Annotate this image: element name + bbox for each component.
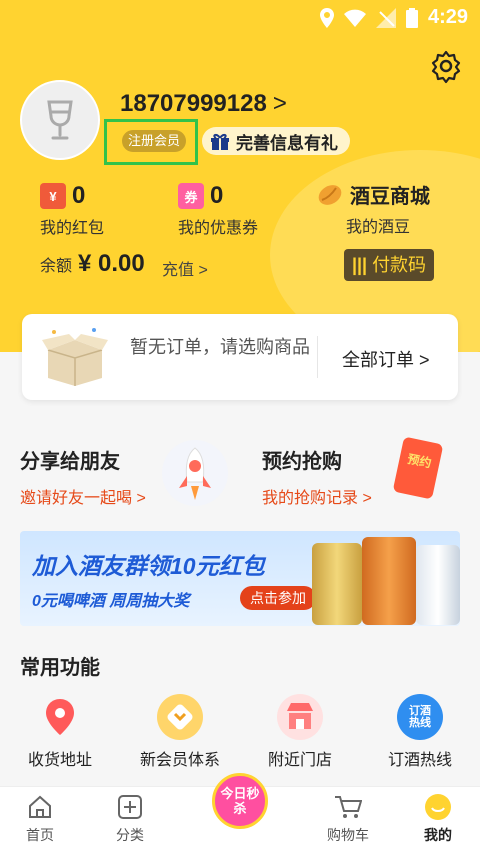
location-pin-icon [37, 694, 83, 740]
balance-amount: ¥ 0.00 [78, 250, 145, 277]
status-time: 4:29 [427, 6, 468, 28]
func-membership[interactable]: 新会员体系 [120, 694, 240, 770]
tab-flash-sale[interactable]: 今日秒杀 [212, 773, 268, 829]
store-icon [277, 694, 323, 740]
reserve-title: 预约抢购 [262, 451, 342, 473]
bottom-tab-bar: 首页 分类 今日秒杀 购物车 我的 [0, 773, 480, 853]
balance: 余额 ¥ 0.00 [40, 250, 145, 278]
tab-mine[interactable]: 我的 [398, 793, 478, 845]
order-divider [317, 336, 318, 378]
tab-cart-label: 购物车 [327, 827, 369, 843]
red-packet-icon: ¥ [40, 183, 66, 209]
tab-cart[interactable]: 购物车 [308, 793, 388, 845]
tab-home[interactable]: 首页 [0, 793, 80, 845]
func-address-label: 收货地址 [27, 752, 92, 769]
func-stores-label: 附近门店 [267, 752, 332, 769]
jiudou-title: 酒豆商城 [350, 186, 430, 208]
paycode-label: 付款码 [372, 255, 427, 275]
complete-info-button[interactable]: 完善信息有礼 [202, 127, 350, 155]
location-icon [319, 7, 334, 28]
common-functions-title: 常用功能 [20, 657, 100, 679]
member-chevron-icon [157, 694, 203, 740]
avatar[interactable] [20, 80, 100, 160]
empty-box-icon [42, 328, 108, 386]
func-stores[interactable]: 附近门店 [240, 694, 360, 770]
coupon-icon: 券 [178, 183, 204, 209]
func-hotline-label: 订酒热线 [387, 752, 452, 769]
all-orders-link[interactable]: 全部订单 > [342, 346, 430, 372]
home-icon [29, 795, 51, 818]
battery-icon [405, 7, 418, 28]
banner-join-button[interactable]: 点击参加 [240, 586, 316, 610]
red-packet-count: 0 [72, 182, 86, 209]
status-bar: 4:29 [0, 0, 480, 34]
func-membership-label: 新会员体系 [139, 752, 220, 769]
rocket-icon [162, 440, 228, 506]
tab-mine-label: 我的 [424, 827, 452, 843]
cart-icon [335, 796, 362, 818]
tab-category[interactable]: 分类 [90, 793, 170, 845]
reserve-card-label: 预约 [392, 436, 444, 500]
bean-icon [318, 184, 342, 205]
coupon-stat[interactable]: 券 0 我的优惠券 [178, 182, 258, 238]
gift-icon [211, 133, 229, 150]
hotline-icon: 订酒热线 [397, 694, 443, 740]
barcode-icon: ||| [351, 255, 368, 275]
reserve-feature[interactable]: 预约抢购 我的抢购记录 > [262, 445, 372, 508]
order-empty-text: 暂无订单，请选购商品 [130, 337, 310, 357]
member-badge[interactable]: 注册会员 [122, 130, 187, 152]
profile-phone[interactable]: 18707999128 > [120, 90, 287, 118]
recharge-link[interactable]: 充值 > [162, 256, 208, 280]
beer-can-icon [312, 543, 362, 625]
share-title: 分享给朋友 [20, 451, 120, 473]
status-icons: 4:29 [319, 6, 468, 29]
share-sub: 邀请好友一起喝 > [20, 490, 146, 507]
settings-button[interactable] [428, 48, 464, 84]
order-card: 暂无订单，请选购商品 全部订单 > [22, 314, 458, 400]
reserve-card-icon: 预约 [392, 436, 448, 506]
category-icon [118, 795, 142, 819]
paycode-button[interactable]: ||| 付款码 [344, 249, 434, 281]
tab-home-label: 首页 [26, 827, 54, 843]
share-feature[interactable]: 分享给朋友 邀请好友一起喝 > [20, 445, 146, 508]
beer-can-icon [362, 537, 416, 625]
coupon-label: 我的优惠券 [178, 220, 259, 237]
chevron-right-icon: > [272, 90, 287, 117]
func-address[interactable]: 收货地址 [0, 694, 120, 770]
mine-face-icon [425, 794, 451, 820]
banner-subtitle: 0元喝啤酒 周周抽大奖 [32, 593, 190, 610]
signal-icon [375, 7, 396, 28]
beer-can-icon [416, 545, 460, 625]
wifi-icon [343, 9, 366, 27]
red-packet-stat[interactable]: ¥ 0 我的红包 [40, 182, 104, 238]
gear-icon [431, 50, 461, 84]
reserve-sub: 我的抢购记录 > [262, 490, 372, 507]
tab-category-label: 分类 [116, 827, 144, 843]
red-packet-label: 我的红包 [40, 220, 105, 237]
balance-label: 余额 [40, 258, 73, 275]
jiudou-label: 我的酒豆 [346, 219, 411, 236]
phone-number: 18707999128 [120, 90, 267, 117]
func-hotline[interactable]: 订酒热线 订酒热线 [360, 694, 480, 770]
wine-glass-icon [47, 100, 73, 140]
coupon-count: 0 [210, 182, 224, 209]
jiudou-mall[interactable]: 酒豆商城 我的酒豆 [316, 180, 430, 237]
header-background [0, 0, 480, 352]
banner-title: 加入酒友群领10元红包 [32, 553, 265, 579]
promo-banner[interactable]: 加入酒友群领10元红包 0元喝啤酒 周周抽大奖 点击参加 [20, 531, 460, 626]
complete-info-label: 完善信息有礼 [236, 133, 338, 153]
